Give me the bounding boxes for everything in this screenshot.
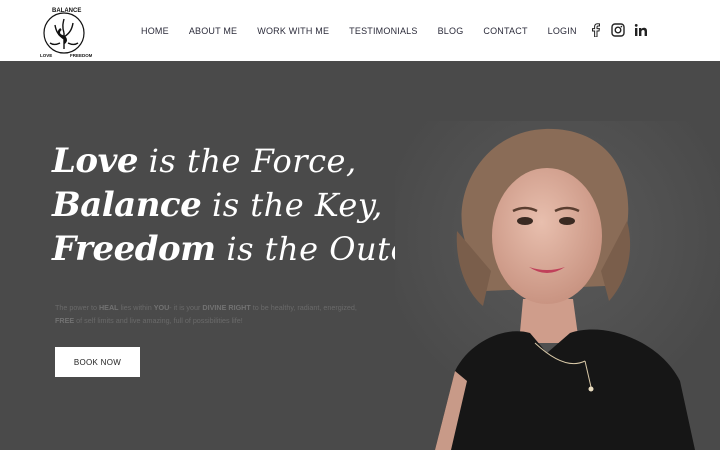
linkedin-icon[interactable]: [634, 23, 648, 37]
headline-rest-1: is the Force,: [137, 142, 357, 180]
nav-blog[interactable]: BLOG: [438, 26, 464, 36]
instagram-icon[interactable]: [611, 23, 625, 37]
headline-line-3: Freedom is the Outcome.: [52, 227, 489, 271]
svg-text:FREEDOM: FREEDOM: [70, 53, 92, 58]
headline-line-2: Balance is the Key,: [52, 183, 432, 227]
facebook-icon[interactable]: [588, 23, 602, 37]
main-nav: HOME ABOUT ME WORK WITH ME TESTIMONIALS …: [141, 0, 597, 61]
headline-rest-2: is the Key,: [201, 186, 383, 224]
hero-tagline: The power to HEAL lies within YOU- it is…: [55, 303, 357, 325]
headline-word-balance: Balance: [52, 185, 202, 225]
book-now-button[interactable]: BOOK NOW: [55, 347, 140, 377]
headline-word-freedom: Freedom: [52, 229, 216, 269]
nav-home[interactable]: HOME: [141, 26, 169, 36]
hero-headline: Love is the Force, Balance is the Key, F…: [52, 139, 489, 271]
nav-work-with-me[interactable]: WORK WITH ME: [257, 26, 329, 36]
nav-contact[interactable]: CONTACT: [483, 26, 527, 36]
portrait-photo: [395, 121, 720, 450]
headline-line-1: Love is the Force,: [52, 139, 432, 183]
balance-love-freedom-logo[interactable]: BALANCE LOVE FREEDOM: [38, 3, 92, 59]
nav-login[interactable]: LOGIN: [548, 26, 577, 36]
nav-testimonials[interactable]: TESTIMONIALS: [349, 26, 417, 36]
nav-about-me[interactable]: ABOUT ME: [189, 26, 237, 36]
svg-text:BALANCE: BALANCE: [52, 8, 81, 14]
hero-section: Love is the Force, Balance is the Key, F…: [0, 61, 720, 450]
social-links: [588, 20, 648, 40]
site-header: BALANCE LOVE FREEDOM HOME ABOUT ME WORK …: [0, 0, 720, 61]
headline-word-love: Love: [52, 141, 138, 181]
svg-text:LOVE: LOVE: [40, 53, 52, 58]
